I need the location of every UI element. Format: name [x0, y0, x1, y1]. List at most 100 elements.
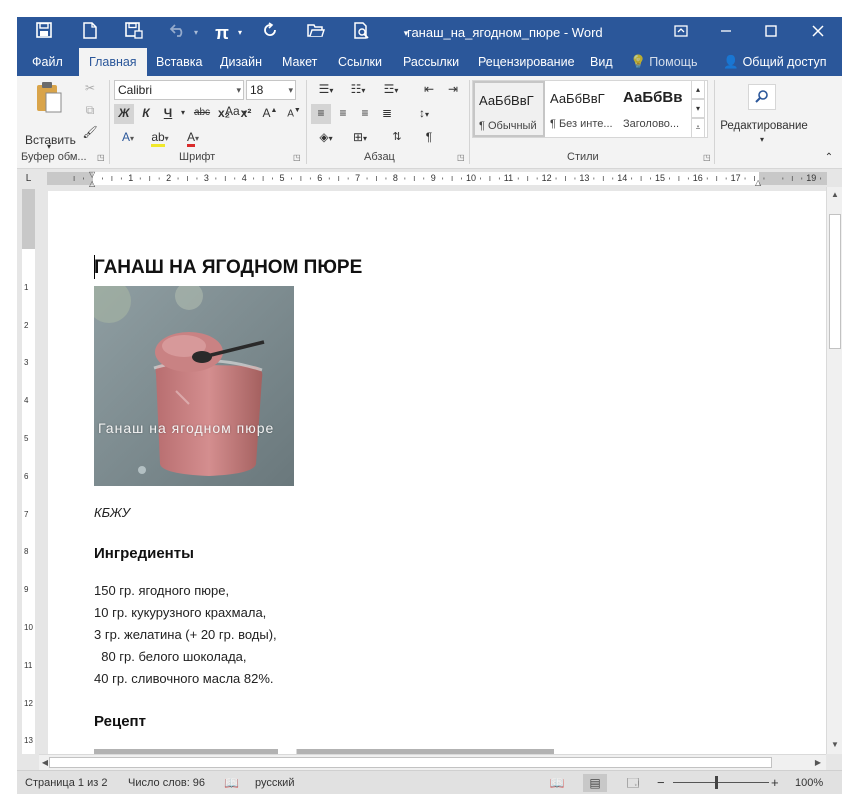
collapse-ribbon-icon[interactable]: ⌃	[821, 149, 837, 167]
cut-icon[interactable]: ✂	[80, 79, 100, 97]
italic-button[interactable]: К	[136, 104, 156, 122]
clipboard-launcher-icon[interactable]: ◳	[97, 153, 105, 162]
ingredient-line: 150 гр. ягодного пюре,	[94, 583, 230, 598]
paragraph-launcher-icon[interactable]: ◳	[457, 153, 465, 162]
minimize-icon[interactable]	[703, 17, 748, 48]
shading-icon[interactable]: ◈▾	[311, 128, 341, 148]
strikethrough-button[interactable]: abc	[191, 104, 213, 122]
multilevel-list-icon[interactable]: ☲▾	[375, 80, 407, 100]
vertical-scroll-thumb[interactable]	[829, 214, 841, 349]
repeat-icon[interactable]	[259, 22, 281, 44]
tab-mailings[interactable]: Рассылки	[403, 48, 459, 76]
styles-scroll-up-icon[interactable]: ▴	[691, 80, 705, 99]
lightbulb-icon: 💡	[630, 54, 647, 69]
word-count[interactable]: Число слов: 96	[128, 771, 205, 794]
proofing-icon[interactable]: 📖	[224, 771, 239, 794]
share-button[interactable]: 👤 Общий доступ	[723, 48, 827, 76]
chevron-down-icon[interactable]: ▾	[236, 81, 241, 99]
symbol-dropdown-icon[interactable]: ▾	[229, 22, 251, 44]
justify-icon[interactable]: ≣	[377, 104, 397, 122]
underline-button[interactable]: Ч	[158, 104, 178, 122]
web-layout-icon[interactable]: 🗔	[621, 774, 645, 792]
zoom-slider[interactable]	[673, 782, 769, 783]
ribbon-tabs: Файл Главная Вставка Дизайн Макет Ссылки…	[17, 48, 842, 76]
text-effects-icon[interactable]: A▾	[114, 128, 142, 148]
save-icon[interactable]	[33, 22, 55, 44]
format-painter-icon[interactable]: 🖌	[80, 123, 100, 141]
font-color-icon[interactable]: A▾	[179, 128, 207, 148]
zoom-level[interactable]: 100%	[795, 771, 823, 794]
tab-review[interactable]: Рецензирование	[478, 48, 575, 76]
font-family-combo[interactable]: Calibri ▾	[114, 80, 244, 100]
open-folder-icon[interactable]	[305, 22, 327, 44]
tab-design[interactable]: Дизайн	[220, 48, 262, 76]
align-center-icon[interactable]: ≡	[333, 104, 353, 122]
grow-font-button[interactable]: A▲	[259, 102, 281, 122]
numbering-icon[interactable]: ☷▾	[343, 80, 373, 100]
zoom-out-button[interactable]: −	[657, 771, 665, 794]
zoom-slider-thumb[interactable]	[715, 776, 718, 789]
align-right-icon[interactable]: ≡	[355, 104, 375, 122]
tab-selector-icon[interactable]: L	[22, 172, 35, 185]
tab-file[interactable]: Файл	[32, 48, 63, 76]
right-indent-icon[interactable]: △	[755, 178, 761, 187]
line-spacing-icon[interactable]: ↕▾	[409, 104, 439, 124]
paste-icon[interactable]	[33, 80, 65, 114]
highlight-color-icon[interactable]: ab▾	[146, 128, 174, 148]
horizontal-scrollbar[interactable]: ◀ ▶	[39, 754, 826, 770]
scroll-up-icon[interactable]: ▲	[827, 189, 842, 201]
underline-dropdown-icon[interactable]: ▾	[178, 104, 188, 122]
read-mode-icon[interactable]: 📖	[545, 774, 569, 792]
borders-icon[interactable]: ⊞▾	[345, 128, 375, 148]
undo-dropdown-icon[interactable]: ▾	[185, 22, 207, 44]
scroll-right-icon[interactable]: ▶	[812, 755, 824, 771]
increase-indent-icon[interactable]: ⇥	[443, 80, 463, 98]
ganache-photo[interactable]: Ганаш на ягодном пюре	[94, 286, 294, 486]
copy-icon[interactable]: ⧉	[80, 101, 100, 119]
chevron-down-icon[interactable]: ▾	[288, 81, 293, 99]
font-launcher-icon[interactable]: ◳	[293, 153, 301, 162]
clipboard-group-label: Буфер обм...	[21, 151, 87, 163]
scroll-down-icon[interactable]: ▼	[827, 739, 842, 751]
close-icon[interactable]	[795, 17, 840, 48]
subscript-button[interactable]: x₂	[214, 104, 234, 122]
print-preview-icon[interactable]	[351, 22, 373, 44]
shrink-font-button[interactable]: A▼	[283, 102, 305, 123]
align-left-icon[interactable]: ≡	[311, 104, 331, 124]
vertical-ruler[interactable]: 1 2 3 4 5 6 7 8 9 10 11 12 13	[22, 189, 35, 754]
styles-scroll-down-icon[interactable]: ▾	[691, 99, 705, 118]
editing-dropdown-icon[interactable]: ▾	[754, 131, 770, 149]
ruler-track[interactable]: 12345678910111213141516171920 ▽ △ △	[47, 170, 827, 188]
tab-view[interactable]: Вид	[590, 48, 613, 76]
style-no-spacing[interactable]: АаБбВвГ ¶ Без инте...	[546, 81, 618, 137]
language-indicator[interactable]: русский	[255, 771, 294, 794]
styles-more-icon[interactable]: ⩡	[691, 118, 705, 138]
horizontal-scroll-thumb[interactable]	[49, 757, 772, 768]
document-page[interactable]: ГАНАШ НА ЯГОДНОМ ПЮРЕ Ганаш на ягодном п…	[48, 191, 826, 754]
ribbon-display-options-icon[interactable]	[658, 17, 703, 48]
vertical-scrollbar[interactable]: ▲ ▼	[826, 187, 842, 754]
zoom-in-button[interactable]: +	[771, 771, 779, 794]
show-formatting-marks-icon[interactable]: ¶	[419, 128, 439, 146]
tell-me-search[interactable]: 💡 Помощь	[630, 48, 697, 76]
tab-insert[interactable]: Вставка	[156, 48, 202, 76]
bold-button[interactable]: Ж	[114, 104, 134, 124]
superscript-button[interactable]: x²	[236, 104, 256, 122]
sort-icon[interactable]: ⇅	[387, 128, 407, 146]
tab-layout[interactable]: Макет	[282, 48, 317, 76]
tab-home[interactable]: Главная	[79, 48, 147, 76]
find-icon[interactable]	[748, 84, 776, 110]
bullets-icon[interactable]: ☰▾	[311, 80, 341, 100]
decrease-indent-icon[interactable]: ⇤	[419, 80, 439, 98]
print-layout-icon[interactable]: ▤	[583, 774, 607, 792]
page-count[interactable]: Страница 1 из 2	[25, 771, 107, 794]
styles-launcher-icon[interactable]: ◳	[703, 153, 711, 162]
tab-references[interactable]: Ссылки	[338, 48, 382, 76]
new-document-icon[interactable]	[79, 22, 101, 44]
font-size-combo[interactable]: 18 ▾	[246, 80, 296, 100]
ruler-number: 3	[203, 173, 209, 183]
style-normal[interactable]: АаБбВвГ ¶ Обычный	[473, 81, 545, 137]
save-as-icon[interactable]	[123, 22, 145, 44]
maximize-icon[interactable]	[748, 17, 793, 48]
first-line-indent-icon[interactable]: ▽	[89, 170, 95, 179]
